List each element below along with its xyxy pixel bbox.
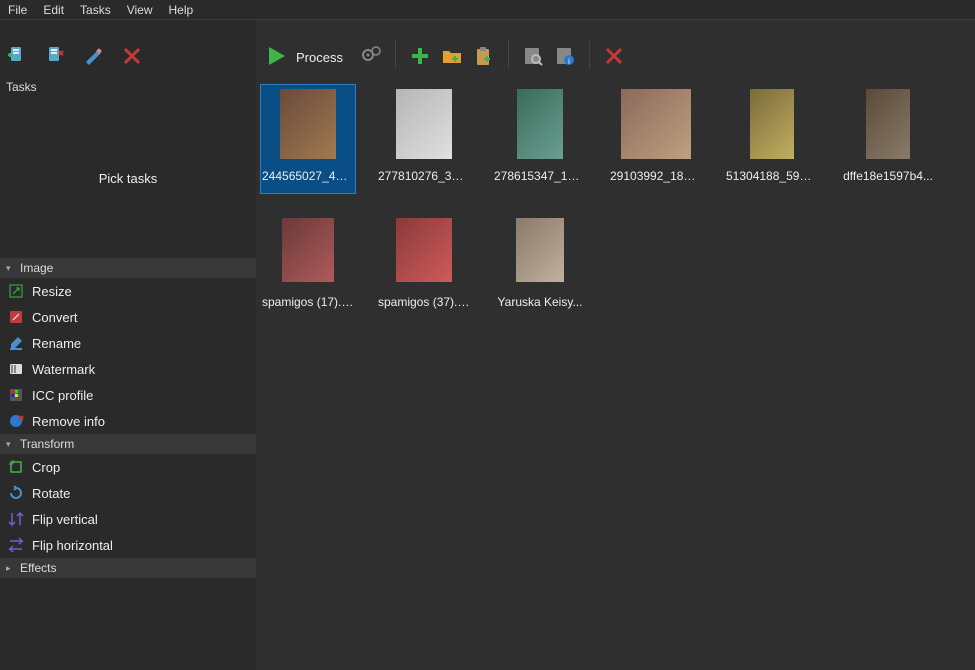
task-item[interactable]: Rotate	[0, 480, 256, 506]
task-label: Rename	[32, 336, 81, 351]
section-header[interactable]: ▾ Image	[0, 258, 256, 278]
thumbnail-image	[734, 86, 810, 162]
thumbnail-cell[interactable]: 278615347_102...	[492, 84, 588, 194]
task-label: Flip horizontal	[32, 538, 113, 553]
task-label: Flip vertical	[32, 512, 98, 527]
flip-horizontal-icon	[8, 537, 24, 553]
thumbnail-caption: spamigos (37).j...	[378, 294, 470, 310]
menu-help[interactable]: Help	[161, 1, 202, 19]
task-list: ▾ Image Resize Convert Rename Watermark ICC pr…	[0, 258, 256, 670]
settings-icon[interactable]	[359, 44, 383, 68]
task-item[interactable]: Flip vertical	[0, 506, 256, 532]
thumbnail-image	[386, 86, 462, 162]
svg-text:i: i	[568, 57, 570, 66]
thumbnail-caption: 277810276_308...	[378, 168, 470, 184]
delete-task-icon[interactable]	[44, 44, 68, 68]
thumbnail-grid: 244565027_453... 277810276_308... 27861534…	[256, 76, 975, 670]
menu-edit[interactable]: Edit	[35, 1, 72, 19]
sidebar-toolbar	[0, 20, 256, 76]
task-item[interactable]: Crop	[0, 454, 256, 480]
thumbnail-cell[interactable]: Yaruska Keisy...	[492, 210, 588, 320]
thumbnail-caption: 244565027_453...	[262, 168, 354, 184]
section-header[interactable]: ▸ Effects	[0, 558, 256, 578]
menu-view[interactable]: View	[119, 1, 161, 19]
task-label: Convert	[32, 310, 78, 325]
thumbnail-image	[502, 86, 578, 162]
add-task-icon[interactable]	[6, 44, 30, 68]
section-header[interactable]: ▾ Transform	[0, 434, 256, 454]
task-item[interactable]: Remove info	[0, 408, 256, 434]
chevron-icon: ▾	[6, 263, 16, 274]
toolbar-separator	[589, 40, 590, 68]
toolbar-separator	[508, 40, 509, 68]
thumbnail-caption: spamigos (17).j...	[262, 294, 354, 310]
process-button[interactable]: Process	[296, 50, 343, 68]
section-title: Transform	[20, 437, 74, 451]
task-item[interactable]: Rename	[0, 330, 256, 356]
task-label: Remove info	[32, 414, 105, 429]
thumbnail-caption: 51304188_5991...	[726, 168, 818, 184]
thumbnail-cell[interactable]: 51304188_5991...	[724, 84, 820, 194]
task-label: Rotate	[32, 486, 70, 501]
chevron-icon: ▾	[6, 439, 16, 450]
thumbnail-caption: 29103992_1862...	[610, 168, 702, 184]
menu-file[interactable]: File	[0, 1, 35, 19]
process-icon[interactable]	[264, 44, 288, 68]
task-item[interactable]: Resize	[0, 278, 256, 304]
flip-vertical-icon	[8, 511, 24, 527]
main-toolbar: Process i	[256, 20, 975, 76]
thumbnail-caption: 278615347_102...	[494, 168, 586, 184]
toolbar-separator	[395, 40, 396, 68]
thumbnail-image	[386, 212, 462, 288]
main-panel: Process i	[256, 20, 975, 670]
thumbnail-cell[interactable]: spamigos (17).j...	[260, 210, 356, 320]
convert-icon	[8, 309, 24, 325]
task-item[interactable]: Convert	[0, 304, 256, 330]
rotate-icon	[8, 485, 24, 501]
sidebar: Tasks Pick tasks ▾ Image Resize Convert Rena…	[0, 20, 256, 670]
pick-tasks-placeholder[interactable]: Pick tasks	[0, 98, 256, 258]
thumbnail-image	[618, 86, 694, 162]
task-item[interactable]: Watermark	[0, 356, 256, 382]
thumbnail-caption: Yaruska Keisy...	[494, 294, 586, 310]
task-label: ICC profile	[32, 388, 93, 403]
task-label: Crop	[32, 460, 60, 475]
thumbnail-image	[502, 212, 578, 288]
rename-icon	[8, 335, 24, 351]
resize-icon	[8, 283, 24, 299]
thumbnail-cell[interactable]: dffe18e1597b4...	[840, 84, 936, 194]
thumbnail-cell[interactable]: 277810276_308...	[376, 84, 472, 194]
menubar: File Edit Tasks View Help	[0, 0, 975, 20]
tasks-header: Tasks	[0, 76, 256, 98]
remove-icon[interactable]	[120, 44, 144, 68]
thumbnail-caption: dffe18e1597b4...	[842, 168, 934, 184]
thumbnail-cell[interactable]: 29103992_1862...	[608, 84, 704, 194]
icc-icon	[8, 387, 24, 403]
task-label: Watermark	[32, 362, 95, 377]
remove-info-icon	[8, 413, 24, 429]
menu-tasks[interactable]: Tasks	[72, 1, 119, 19]
thumbnail-image	[850, 86, 926, 162]
preview-icon[interactable]	[521, 44, 545, 68]
thumbnail-image	[270, 212, 346, 288]
section-title: Effects	[20, 561, 56, 575]
add-icon[interactable]	[408, 44, 432, 68]
chevron-icon: ▸	[6, 563, 16, 574]
section-title: Image	[20, 261, 53, 275]
thumbnail-image	[270, 86, 346, 162]
watermark-icon	[8, 361, 24, 377]
task-item[interactable]: Flip horizontal	[0, 532, 256, 558]
info-icon[interactable]: i	[553, 44, 577, 68]
task-item[interactable]: ICC profile	[0, 382, 256, 408]
thumbnail-cell[interactable]: spamigos (37).j...	[376, 210, 472, 320]
task-label: Resize	[32, 284, 72, 299]
add-folder-icon[interactable]	[440, 44, 464, 68]
crop-icon	[8, 459, 24, 475]
thumbnail-cell[interactable]: 244565027_453...	[260, 84, 356, 194]
paste-icon[interactable]	[472, 44, 496, 68]
delete-icon[interactable]	[602, 44, 626, 68]
edit-task-icon[interactable]	[82, 44, 106, 68]
